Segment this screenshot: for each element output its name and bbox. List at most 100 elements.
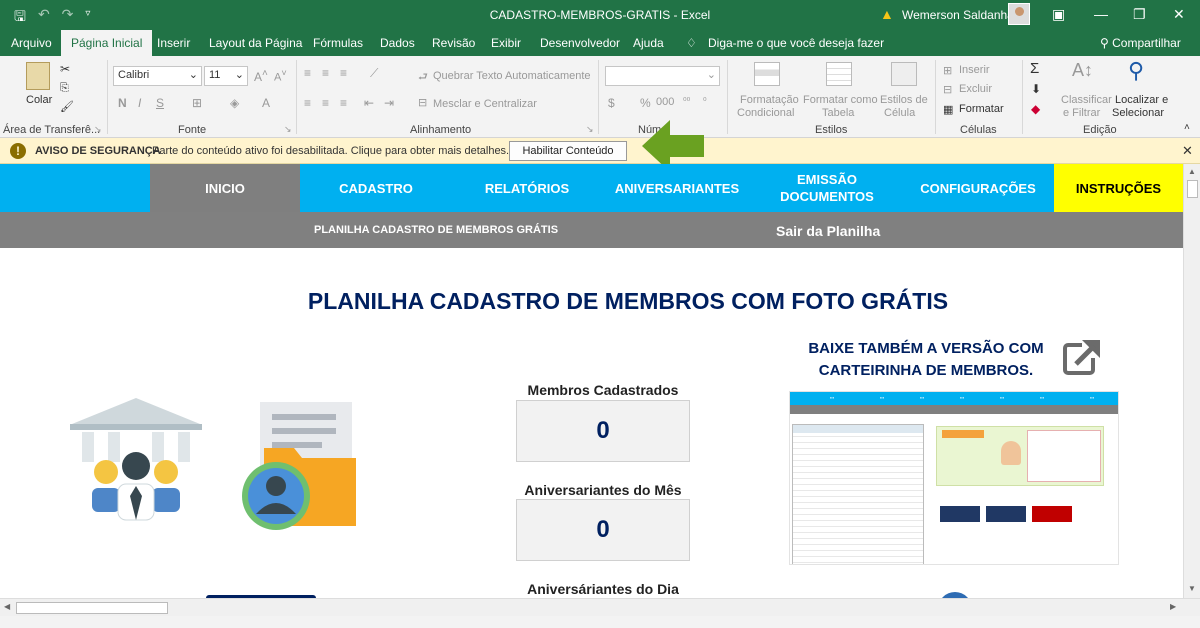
underline-icon[interactable]: S [156, 96, 164, 110]
percent-icon[interactable]: % [640, 96, 651, 110]
share-button[interactable]: ⚲ Compartilhar [1100, 36, 1181, 50]
number-format-combo[interactable]: ⌄ [605, 66, 720, 86]
fill-color-icon[interactable]: ◈ [230, 96, 239, 110]
minimize-icon[interactable]: — [1094, 6, 1108, 22]
fill-icon[interactable]: ⬇ [1031, 82, 1041, 96]
cell-styles-button[interactable]: Estilos de [880, 94, 928, 106]
insert-cells-button[interactable]: Inserir [959, 64, 990, 76]
scroll-down-icon[interactable]: ▼ [1188, 584, 1196, 593]
avatar[interactable] [1008, 3, 1030, 25]
clipboard-launcher-icon[interactable]: ↘ [94, 124, 102, 135]
clear-icon[interactable]: ◆ [1031, 102, 1040, 116]
member-folder-icon [242, 402, 356, 530]
nav-emissao-documentos[interactable]: EMISSÃO DOCUMENTOS [752, 164, 902, 212]
borders-icon[interactable]: ⊞ [192, 96, 202, 110]
tab-revisao[interactable]: Revisão [432, 36, 475, 50]
chevron-down-icon: ⌄ [706, 69, 716, 81]
align-bottom-icon[interactable]: ≡ [340, 66, 347, 80]
nav-relatorios[interactable]: RELATÓRIOS [452, 164, 602, 212]
restore-icon[interactable]: ❐ [1133, 6, 1146, 23]
currency-icon[interactable]: $ [608, 96, 615, 110]
scroll-right-icon[interactable]: ▶ [1170, 602, 1176, 611]
align-center-icon[interactable]: ≡ [322, 96, 329, 110]
exit-sheet-button[interactable]: Sair da Planilha [776, 223, 880, 239]
format-painter-icon[interactable]: 🖌 [60, 100, 74, 113]
bold-icon[interactable]: N [118, 96, 127, 110]
find-select-button[interactable]: Localizar e [1115, 94, 1168, 106]
decrease-decimal-icon[interactable]: ⁰ [703, 96, 707, 107]
tab-desenvolvedor[interactable]: Desenvolvedor [540, 36, 620, 50]
user-name[interactable]: Wemerson Saldanha [902, 8, 1014, 22]
promo-line2: CARTEIRINHA DE MEMBROS. [818, 362, 1034, 379]
font-color-icon[interactable]: A [262, 96, 270, 110]
sub-nav: PLANILHA CADASTRO DE MEMBROS GRÁTIS Sair… [0, 212, 1183, 248]
tab-inserir[interactable]: Inserir [157, 36, 190, 50]
format-cells-button[interactable]: Formatar [959, 103, 1004, 115]
horizontal-scrollbar[interactable]: ◀ ▶ [0, 598, 1200, 616]
members-count-value: 0 [516, 400, 690, 462]
alignment-launcher-icon[interactable]: ↘ [586, 124, 594, 135]
align-middle-icon[interactable]: ≡ [322, 66, 329, 80]
tab-arquivo[interactable]: Arquivo [11, 36, 52, 50]
tab-dados[interactable]: Dados [380, 36, 415, 50]
paste-button[interactable]: Colar [26, 94, 52, 106]
promo-text[interactable]: BAIXE TAMBÉM A VERSÃO COM CARTEIRINHA DE… [790, 338, 1062, 382]
nav-aniversariantes[interactable]: ANIVERSARIANTES [602, 164, 752, 212]
close-icon[interactable]: ✕ [1173, 6, 1185, 23]
vertical-scrollbar[interactable]: ▲ ▼ [1183, 164, 1200, 598]
scroll-thumb[interactable] [1187, 180, 1198, 198]
delete-cells-button[interactable]: Excluir [959, 83, 992, 95]
font-size-combo[interactable]: 11 ⌄ [204, 66, 248, 86]
sort-filter-button[interactable]: Classificar [1061, 94, 1112, 106]
increase-font-icon[interactable]: A˄ [254, 68, 268, 84]
group-font-label: Fonte [178, 124, 207, 136]
conditional-format-button[interactable]: Formatação [740, 94, 799, 106]
font-launcher-icon[interactable]: ↘ [284, 124, 292, 135]
paste-icon[interactable] [26, 62, 50, 90]
decrease-font-icon[interactable]: A˅ [274, 68, 287, 84]
nav-configuracoes[interactable]: CONFIGURAÇÕES [902, 164, 1054, 212]
tab-formulas[interactable]: Fórmulas [313, 36, 363, 50]
warning-icon: ▲ [880, 6, 894, 22]
tab-exibir[interactable]: Exibir [491, 36, 521, 50]
nav-cadastro[interactable]: CADASTRO [300, 164, 452, 212]
sheet-name-label: PLANILHA CADASTRO DE MEMBROS GRÁTIS [314, 224, 559, 236]
tab-ajuda[interactable]: Ajuda [633, 36, 664, 50]
thousands-icon[interactable]: 000 [656, 96, 674, 108]
wrap-text-button[interactable]: Quebrar Texto Automaticamente [433, 70, 591, 82]
decrease-indent-icon[interactable]: ⇤ [364, 96, 374, 110]
increase-indent-icon[interactable]: ⇥ [384, 96, 394, 110]
format-as-table-button[interactable]: Formatar como [803, 94, 878, 106]
enable-content-button[interactable]: Habilitar Conteúdo [509, 141, 627, 161]
cut-icon[interactable]: ✂ [60, 62, 70, 76]
increase-decimal-icon[interactable]: ⁰⁰ [683, 96, 690, 107]
close-icon[interactable]: ✕ [1182, 143, 1193, 159]
orientation-icon[interactable]: ⟋ [370, 66, 378, 81]
align-left-icon[interactable]: ≡ [304, 96, 311, 110]
ribbon-display-icon[interactable]: ▣ [1052, 6, 1065, 23]
external-link-icon[interactable] [1062, 338, 1102, 378]
tab-layout-da-pagina[interactable]: Layout da Página [209, 36, 302, 50]
nav-instrucoes[interactable]: INSTRUÇÕES [1054, 164, 1183, 212]
group-editing-label: Edição [1083, 124, 1117, 136]
security-message[interactable]: Parte do conteúdo ativo foi desabilitada… [152, 145, 509, 157]
tell-me-search[interactable]: Diga-me o que você deseja fazer [708, 36, 884, 50]
font-size-value: 11 [209, 69, 221, 81]
scroll-left-icon[interactable]: ◀ [4, 602, 10, 611]
scroll-up-icon[interactable]: ▲ [1188, 167, 1196, 176]
birthdays-day-label: Aniversáriantes do Dia [527, 581, 679, 597]
delete-cells-icon: ⊟ [943, 84, 953, 96]
italic-icon[interactable]: I [138, 96, 141, 110]
premium-version-preview[interactable]: ▪▪▪ ▪▪▪ ▪▪▪ ▪▪▪ ▪▪▪ ▪▪▪ ▪▪▪ [789, 391, 1119, 565]
align-top-icon[interactable]: ≡ [304, 66, 311, 80]
tab-pagina-inicial[interactable]: Página Inicial [61, 30, 153, 56]
merge-center-button[interactable]: Mesclar e Centralizar [433, 98, 537, 110]
nav-inicio[interactable]: INICIO [150, 164, 300, 212]
font-name-combo[interactable]: Calibri ⌄ [113, 66, 202, 86]
scroll-thumb[interactable] [16, 602, 168, 614]
align-right-icon[interactable]: ≡ [340, 96, 347, 110]
security-warning-bar: ! AVISO DE SEGURANÇA Parte do conteúdo a… [0, 138, 1200, 164]
autosum-icon[interactable]: Σ [1030, 60, 1039, 77]
copy-icon[interactable]: ⎘ [60, 82, 69, 95]
collapse-ribbon-icon[interactable]: ˄ [1184, 122, 1190, 133]
